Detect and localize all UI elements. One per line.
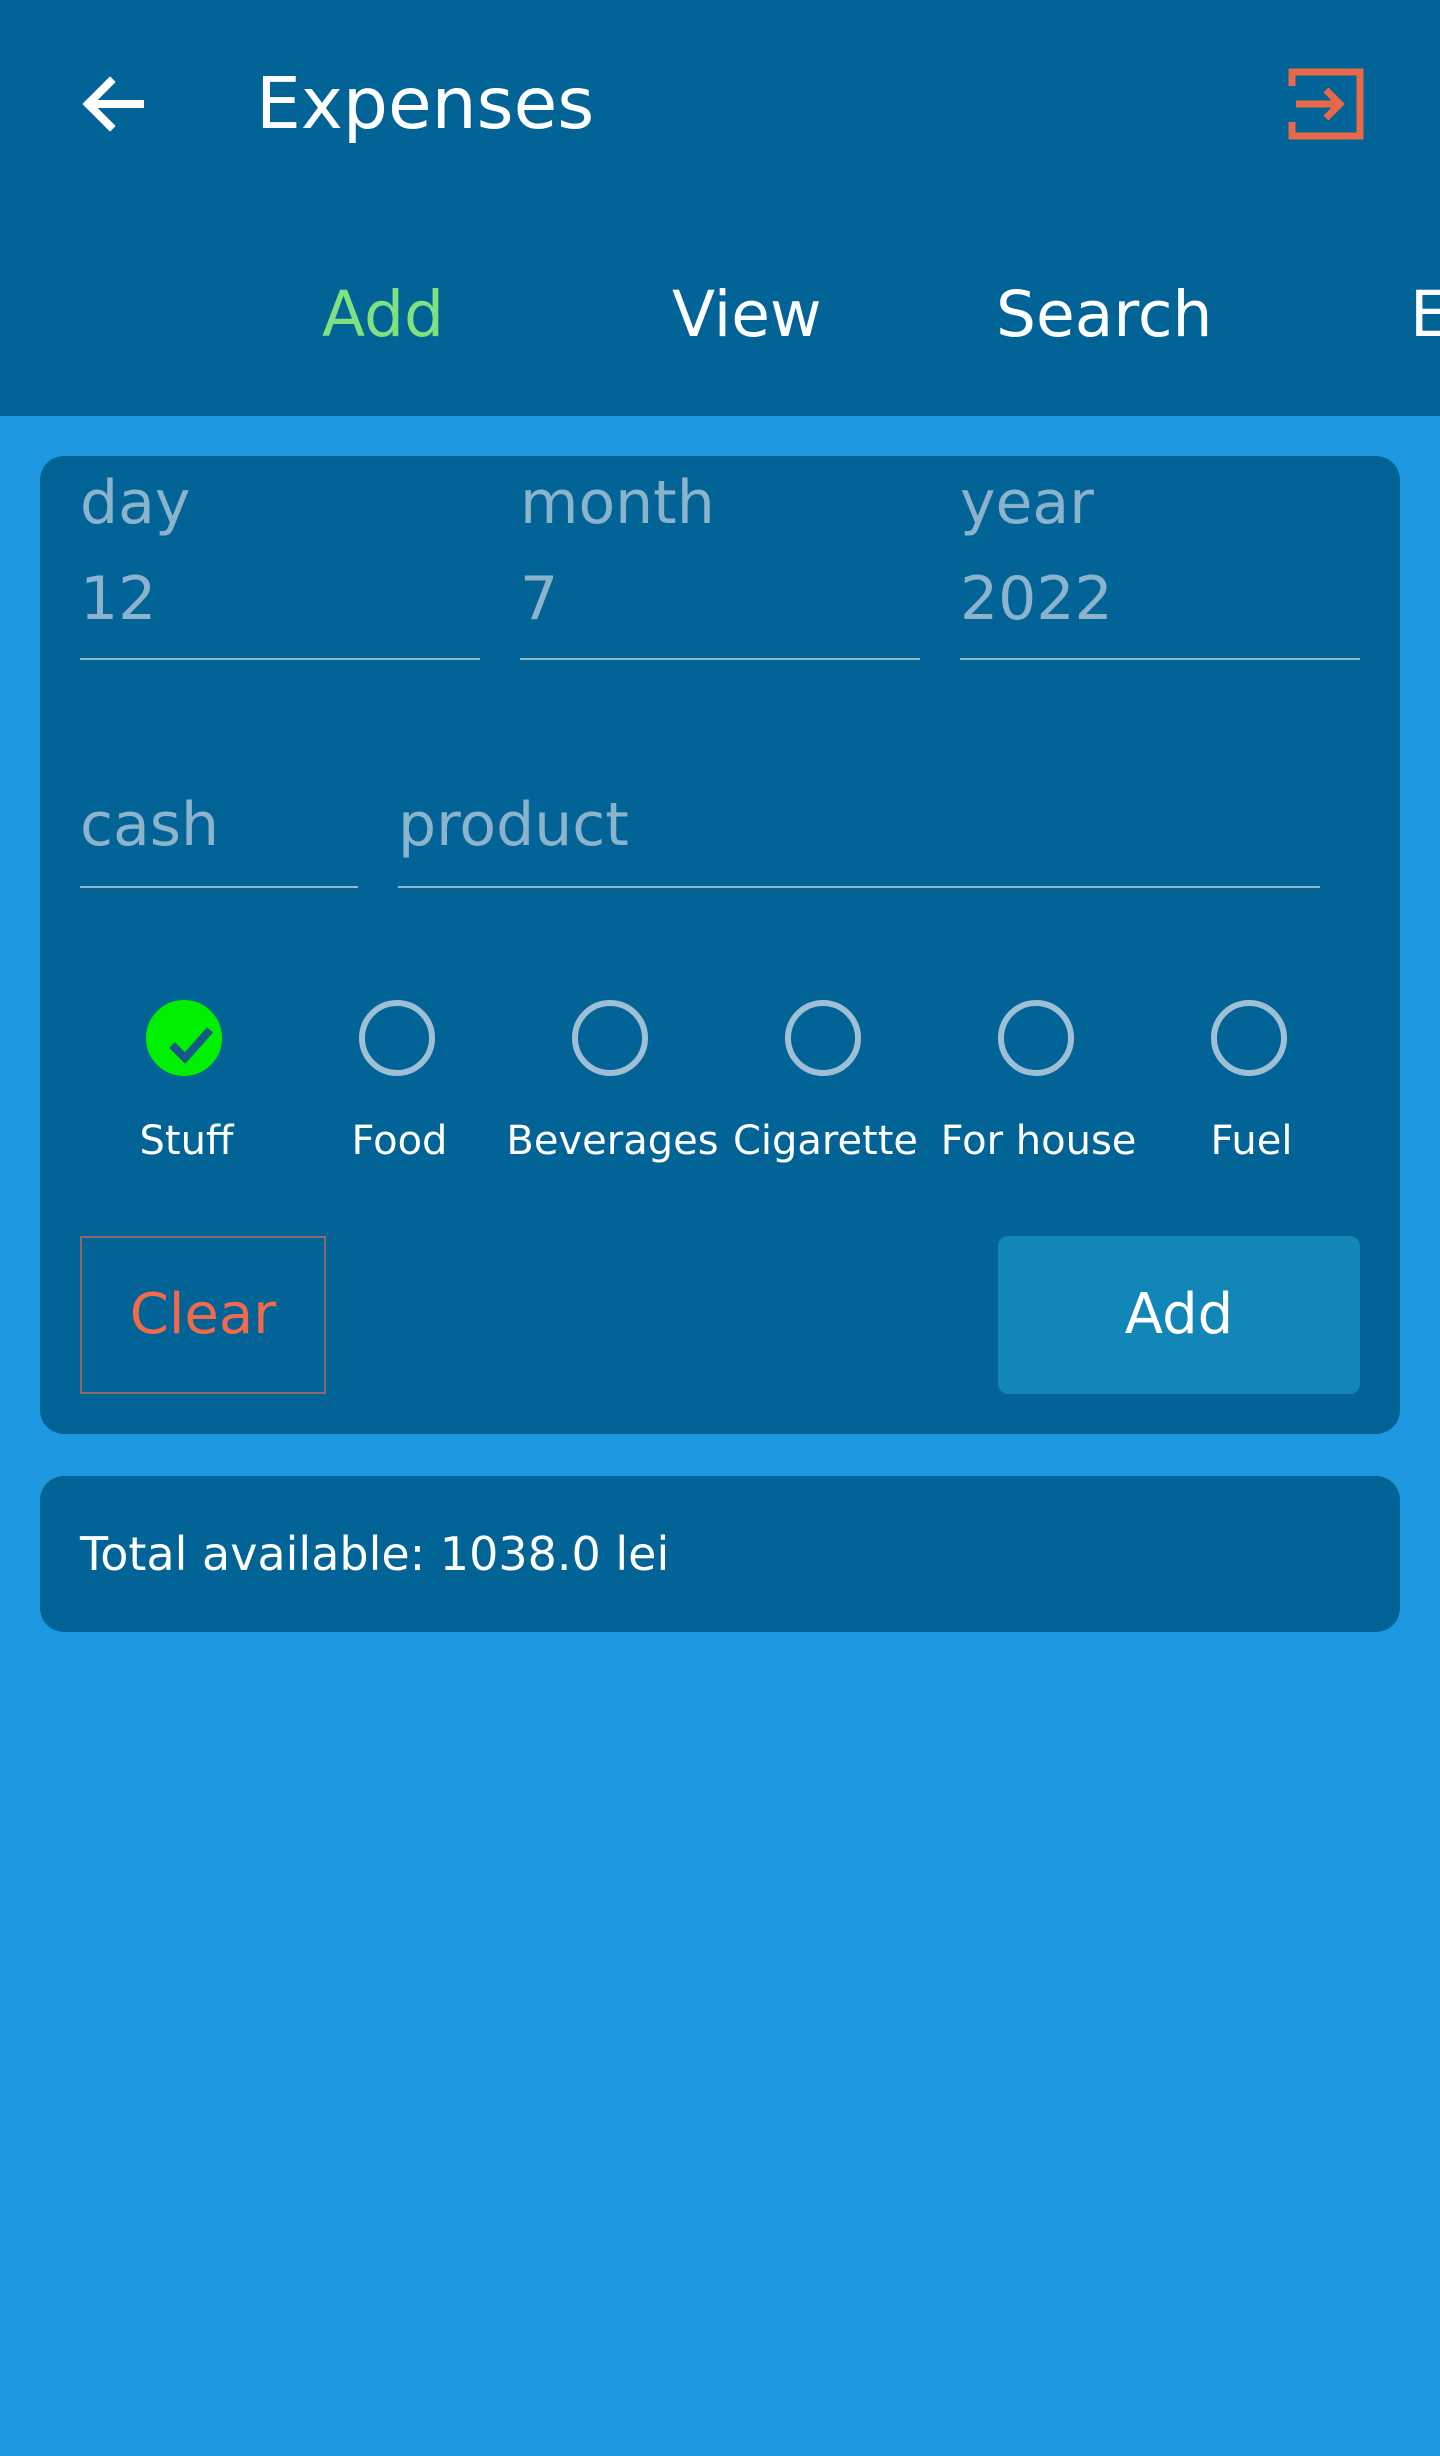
tab-partial[interactable]: E (1410, 260, 1440, 370)
tab-add[interactable]: Add (322, 260, 444, 370)
radio-unchecked-icon (1211, 1000, 1287, 1076)
category-label: Cigarette (732, 1118, 919, 1164)
day-label: day (80, 468, 191, 538)
arrow-left-icon (82, 76, 144, 132)
month-label: month (520, 468, 715, 538)
product-field[interactable]: product (398, 766, 1320, 888)
check-icon (146, 1000, 222, 1076)
radio-unchecked-icon (785, 1000, 861, 1076)
logout-icon (1288, 68, 1364, 140)
year-field[interactable]: year 2022 (960, 456, 1360, 660)
month-field[interactable]: month 7 (520, 456, 920, 660)
app-bar: Expenses Add View Search E (0, 0, 1440, 416)
tab-search[interactable]: Search (996, 260, 1212, 370)
category-label: For house (940, 1118, 1137, 1164)
tab-bar: Add View Search E (0, 260, 1440, 370)
category-label: Food (351, 1118, 448, 1164)
category-beverages[interactable]: Beverages (506, 996, 719, 1196)
product-label: product (398, 790, 629, 860)
category-radio-group: Stuff Food Beverages Cigarette For house… (80, 996, 1360, 1196)
year-label: year (960, 468, 1094, 538)
category-label: Stuff (139, 1118, 234, 1164)
radio-unchecked-icon (359, 1000, 435, 1076)
cash-label: cash (80, 790, 220, 860)
expense-form-card: day 12 month 7 year 2022 cash product St… (40, 456, 1400, 1434)
add-button[interactable]: Add (998, 1236, 1360, 1394)
total-available-text: Total available: 1038.0 lei (80, 1527, 670, 1581)
radio-unchecked-icon (572, 1000, 648, 1076)
year-value: 2022 (960, 564, 1113, 634)
page-title: Expenses (256, 62, 595, 145)
category-label: Fuel (1210, 1118, 1293, 1164)
back-button[interactable] (72, 64, 156, 148)
exit-button[interactable] (1286, 64, 1366, 144)
category-for-house[interactable]: For house (932, 996, 1145, 1196)
category-label: Beverages (506, 1118, 719, 1164)
category-stuff[interactable]: Stuff (80, 996, 293, 1196)
category-cigarette[interactable]: Cigarette (719, 996, 932, 1196)
cash-field[interactable]: cash (80, 766, 358, 888)
clear-button[interactable]: Clear (80, 1236, 326, 1394)
radio-unchecked-icon (998, 1000, 1074, 1076)
category-fuel[interactable]: Fuel (1145, 996, 1358, 1196)
day-value: 12 (80, 564, 157, 634)
category-food[interactable]: Food (293, 996, 506, 1196)
month-value: 7 (520, 564, 559, 634)
total-available-card: Total available: 1038.0 lei (40, 1476, 1400, 1632)
day-field[interactable]: day 12 (80, 456, 480, 660)
tab-view[interactable]: View (672, 260, 822, 370)
